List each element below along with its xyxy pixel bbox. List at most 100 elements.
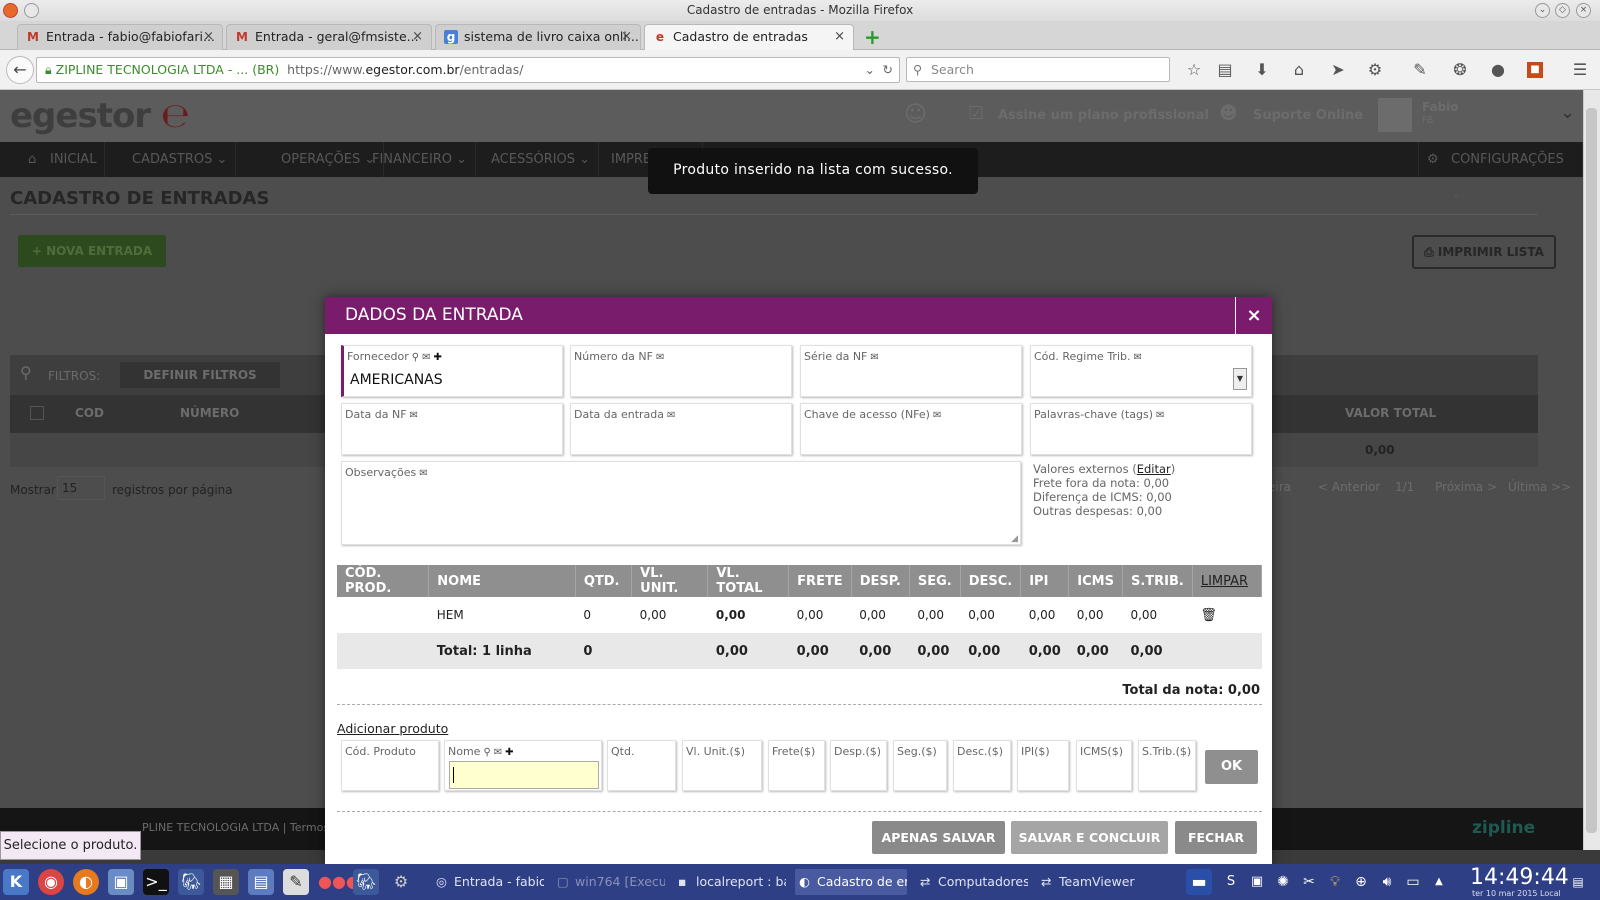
- window-menu-icon[interactable]: [24, 3, 39, 18]
- egestor-logo[interactable]: egestor ℮: [10, 96, 190, 136]
- adicionar-produto-link[interactable]: Adicionar produto: [337, 721, 448, 736]
- close-window-icon[interactable]: ×: [1576, 3, 1591, 18]
- task-win764[interactable]: ▢ win764 [Execu: [553, 869, 665, 895]
- dots-icon[interactable]: ●●●: [318, 869, 360, 895]
- resize-handle-icon[interactable]: ◢: [1011, 534, 1018, 544]
- tab-google-search[interactable]: g sistema de livro caixa onli... ×: [435, 24, 641, 50]
- add-desc-field[interactable]: Desc.($): [953, 740, 1011, 791]
- comment-icon[interactable]: ✉: [494, 747, 502, 758]
- tab-gmail-2[interactable]: M Entrada - geral@fmsiste... ×: [226, 24, 432, 50]
- close-tab-icon[interactable]: ×: [412, 25, 423, 49]
- smile-icon[interactable]: ☺: [904, 102, 927, 127]
- monitor-icon[interactable]: ▭: [1400, 869, 1426, 895]
- plan-link[interactable]: Assine um plano profissional: [998, 108, 1209, 123]
- add-nome-field[interactable]: Nome ⚲ ✉ ✚: [444, 740, 602, 791]
- tab-cadastro-entradas[interactable]: e Cadastro de entradas ×: [644, 24, 854, 50]
- file-manager-icon[interactable]: ▤: [248, 869, 274, 895]
- page-last[interactable]: Última >>: [1508, 480, 1571, 494]
- url-dropdown-icon[interactable]: ⌄: [865, 58, 875, 82]
- task-computadores[interactable]: ⇄ Computadores: [916, 869, 1028, 895]
- support-link[interactable]: Suporte Online: [1253, 108, 1363, 123]
- add-frete-field[interactable]: Frete($): [768, 740, 825, 791]
- nova-entrada-button[interactable]: + NOVA ENTRADA: [18, 235, 166, 267]
- user-menu-chevron-icon[interactable]: ⌄: [1560, 102, 1575, 123]
- page-prev[interactable]: < Anterior: [1318, 480, 1380, 494]
- close-tab-icon[interactable]: ×: [834, 25, 845, 49]
- chat-icon[interactable]: ●: [1488, 60, 1508, 80]
- fornecedor-field[interactable]: Fornecedor ⚲ ✉ ✚ AMERICANAS: [341, 345, 563, 397]
- nome-input[interactable]: [449, 761, 599, 789]
- weather-icon[interactable]: ✺: [1270, 869, 1296, 895]
- search-icon[interactable]: ⚲: [483, 747, 490, 758]
- modal-close-icon[interactable]: ×: [1235, 297, 1272, 334]
- task-teamviewer[interactable]: ⇄ TeamViewer: [1037, 869, 1149, 895]
- task-entrada[interactable]: ◎ Entrada - fabio: [432, 869, 544, 895]
- menu-cadastros[interactable]: CADASTROS ⌄: [124, 142, 237, 177]
- apenas-salvar-button[interactable]: APENAS SALVAR: [872, 821, 1005, 854]
- pgadmin-2-icon[interactable]: 🐘︎: [353, 869, 379, 895]
- addon-3-icon[interactable]: ■: [1527, 62, 1543, 78]
- imprimir-lista-button[interactable]: ⎙ IMPRIMIR LISTA: [1412, 235, 1556, 269]
- select-all-checkbox[interactable]: [30, 406, 44, 420]
- hamburger-menu-icon[interactable]: ☰: [1570, 60, 1590, 80]
- show-desktop-icon[interactable]: ▤: [1565, 869, 1591, 895]
- bookmarks-list-icon[interactable]: ▤: [1215, 60, 1235, 80]
- menu-inicial[interactable]: ⌂ INICIAL: [20, 142, 106, 177]
- chevron-down-icon[interactable]: ▼: [1233, 368, 1247, 390]
- add-strib-field[interactable]: S.Trib.($): [1138, 740, 1196, 791]
- col-cod[interactable]: COD: [75, 406, 104, 420]
- add-icon[interactable]: ✚: [505, 747, 513, 758]
- salvar-concluir-button[interactable]: SALVAR E CONCLUIR: [1011, 821, 1168, 854]
- reload-icon[interactable]: ↻: [883, 58, 893, 82]
- add-cod-produto-field[interactable]: Cód. Produto: [341, 740, 439, 791]
- terminal-icon[interactable]: >_: [143, 869, 169, 895]
- numero-nf-field[interactable]: Número da NF ✉: [570, 345, 792, 397]
- home-icon[interactable]: ⌂: [1289, 60, 1309, 80]
- url-bar[interactable]: 🔒︎ ZIPLINE TECNOLOGIA LTDA - ... (BR) ht…: [36, 57, 900, 83]
- kde-menu-icon[interactable]: K: [3, 869, 29, 895]
- observacoes-textarea[interactable]: Observações ✉ ◢: [341, 461, 1021, 545]
- cod-regime-select[interactable]: Cód. Regime Trib. ✉ ▼: [1030, 345, 1252, 397]
- settings-icon[interactable]: ⚙: [388, 869, 414, 895]
- chrome-icon[interactable]: ◉: [38, 869, 64, 895]
- minimize-icon[interactable]: ⌄: [1535, 3, 1550, 18]
- table-row[interactable]: HEM 0 0,00 0,00 0,00 0,00 0,00 0,00 0,00…: [337, 597, 1262, 633]
- close-tab-icon[interactable]: ×: [621, 25, 632, 49]
- maximize-icon[interactable]: ◇: [1555, 3, 1570, 18]
- add-ipi-field[interactable]: IPI($): [1017, 740, 1069, 791]
- addon-2-icon[interactable]: ❂: [1450, 60, 1470, 80]
- new-tab-icon[interactable]: +: [864, 25, 881, 49]
- add-icms-field[interactable]: ICMS($): [1076, 740, 1132, 791]
- chave-acesso-field[interactable]: Chave de acesso (NFe) ✉: [800, 403, 1022, 455]
- back-icon[interactable]: ←: [6, 56, 34, 84]
- data-entrada-field[interactable]: Data da entrada ✉: [570, 403, 792, 455]
- tray-expand-icon[interactable]: ▲: [1426, 869, 1452, 895]
- wifi-icon[interactable]: ⊕: [1348, 869, 1374, 895]
- limpar-link[interactable]: LIMPAR: [1192, 565, 1263, 597]
- tab-gmail-1[interactable]: M Entrada - fabio@fabiofari... ×: [17, 24, 223, 50]
- page-next[interactable]: Próxima >: [1435, 480, 1497, 494]
- download-icon[interactable]: ⬇: [1252, 60, 1272, 80]
- serie-nf-field[interactable]: Série da NF ✉: [800, 345, 1022, 397]
- pgadmin-icon[interactable]: 🐘︎: [178, 869, 204, 895]
- ok-button[interactable]: OK: [1205, 750, 1258, 784]
- col-numero[interactable]: NÚMERO: [180, 406, 239, 420]
- task-localreport[interactable]: ▪ localreport : ba: [674, 869, 786, 895]
- menu-financeiro[interactable]: FINANCEIRO ⌄: [364, 142, 477, 177]
- fechar-button[interactable]: FECHAR: [1175, 821, 1257, 854]
- menu-acessorios[interactable]: ACESSÓRIOS ⌄: [483, 142, 600, 177]
- add-desp-field[interactable]: Desp.($): [830, 740, 887, 791]
- scrollbar-thumb[interactable]: [1586, 108, 1597, 833]
- add-seg-field[interactable]: Seg.($): [893, 740, 947, 791]
- extension-icon[interactable]: ⚙: [1365, 60, 1385, 80]
- avatar[interactable]: [1378, 98, 1412, 132]
- close-tab-icon[interactable]: ×: [203, 25, 214, 49]
- edit-external-link[interactable]: Editar: [1137, 462, 1171, 476]
- add-vl-unit-field[interactable]: Vl. Unit.($): [682, 740, 762, 791]
- data-nf-field[interactable]: Data da NF ✉: [341, 403, 563, 455]
- add-icon[interactable]: ✚: [434, 352, 442, 363]
- menu-configuracoes[interactable]: ⚙ CONFIGURAÇÕES ⌄: [1418, 142, 1583, 202]
- volume-icon[interactable]: 🔊︎: [1374, 869, 1400, 895]
- send-icon[interactable]: ➤: [1328, 60, 1348, 80]
- bulb-icon[interactable]: 💡︎: [1322, 869, 1348, 895]
